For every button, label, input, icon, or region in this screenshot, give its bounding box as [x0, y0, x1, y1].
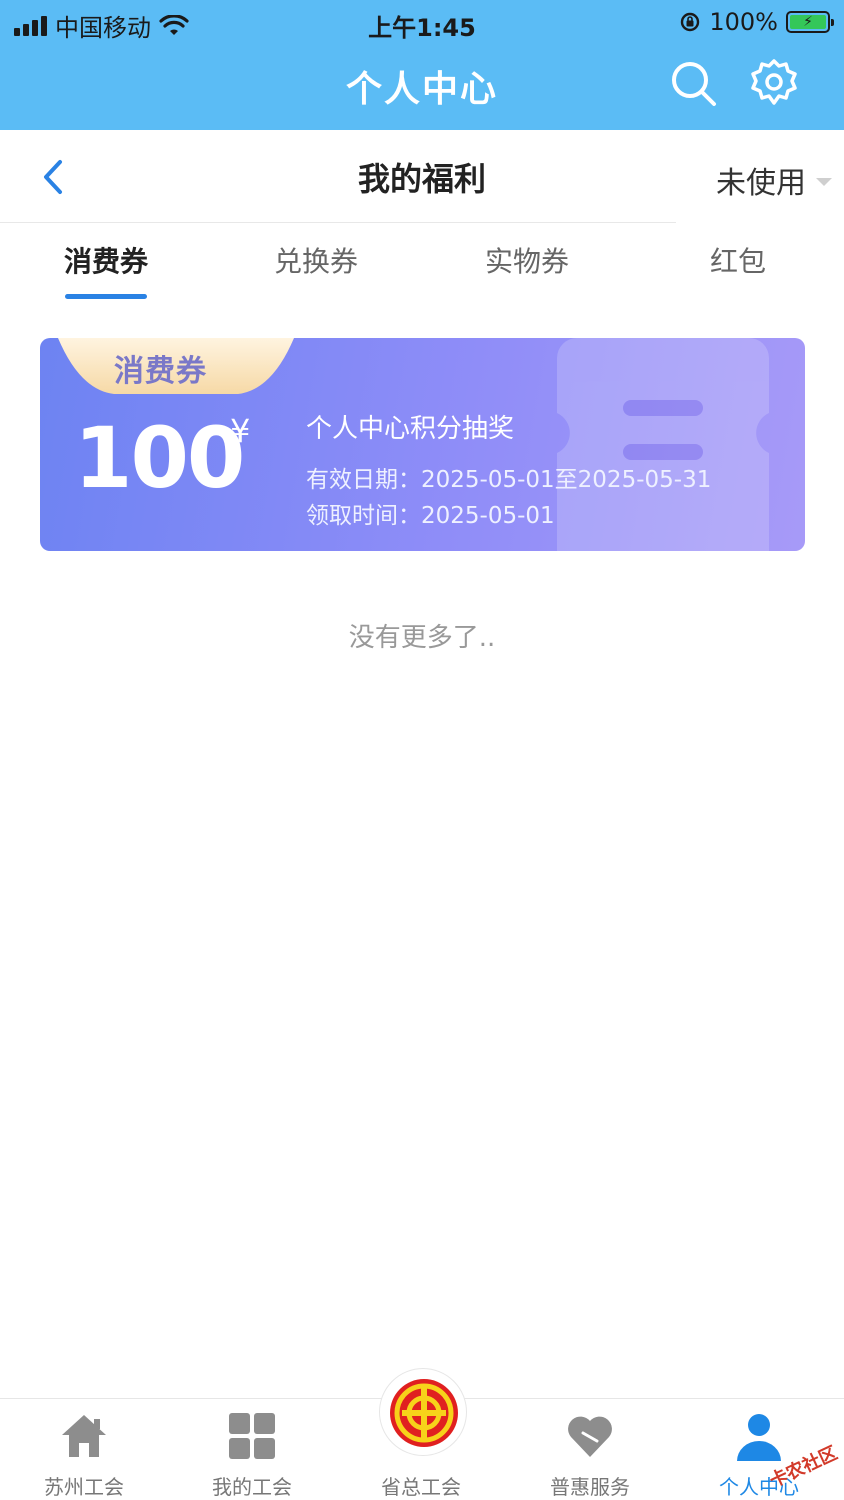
coupon-card[interactable]: 消费券 100 ¥ 个人中心积分抽奖 有效日期：2025-05-01至2025-…	[40, 338, 805, 551]
battery-icon: ⚡	[786, 11, 834, 33]
tab-exchange-coupon[interactable]: 兑换券	[226, 240, 406, 280]
coupon-valid-date: 有效日期：2025-05-01至2025-05-31	[306, 467, 712, 493]
settings-gear-icon[interactable]	[749, 58, 799, 108]
nav-item-benefit-service[interactable]: 普惠服务	[506, 1399, 674, 1500]
coupon-received-time: 领取时间：2025-05-01	[306, 503, 555, 529]
grid-icon	[229, 1413, 275, 1459]
nav-label: 苏州工会	[44, 1475, 124, 1499]
orientation-lock-icon	[681, 12, 700, 32]
nav-item-my-union[interactable]: 我的工会	[168, 1399, 336, 1500]
ticket-watermark-icon	[557, 338, 769, 551]
union-logo-icon	[390, 1379, 458, 1447]
nav-label: 个人中心	[719, 1475, 799, 1499]
nav-item-suzhou-union[interactable]: 苏州工会	[0, 1399, 168, 1500]
status-filter-dropdown[interactable]: 未使用	[716, 158, 832, 202]
top-bar: 中国移动 上午1:45 100% ⚡ 个人中心	[0, 0, 844, 130]
filter-label: 未使用	[716, 166, 806, 201]
nav-item-personal-center[interactable]: 个人中心 卡农社区	[675, 1399, 843, 1500]
provincial-union-badge[interactable]	[379, 1368, 467, 1456]
chevron-down-icon	[816, 178, 832, 186]
tab-physical-coupon[interactable]: 实物券	[437, 240, 617, 280]
status-bar: 中国移动 上午1:45 100% ⚡	[0, 0, 844, 44]
search-icon[interactable]	[668, 58, 718, 108]
heart-icon	[568, 1416, 612, 1457]
home-icon	[62, 1415, 106, 1457]
battery-percent: 100%	[709, 8, 778, 36]
coupon-tabs: 消费券 兑换券 实物券 红包	[0, 224, 844, 304]
list-end-text: 没有更多了..	[348, 623, 496, 653]
active-tab-indicator	[65, 294, 147, 299]
tab-consumption-coupon[interactable]: 消费券	[16, 240, 196, 280]
currency-symbol: ¥	[230, 412, 251, 450]
header-divider	[0, 222, 676, 223]
page-header: 我的福利 未使用	[0, 130, 844, 224]
app-root: 中国移动 上午1:45 100% ⚡ 个人中心 我的福利 未使用 消费券 兑换券…	[0, 0, 844, 1500]
tab-red-packet[interactable]: 红包	[648, 240, 828, 280]
coupon-type-label: 消费券	[114, 354, 207, 389]
status-right: 100% ⚡	[679, 8, 834, 36]
nav-label: 普惠服务	[550, 1475, 630, 1499]
coupon-title: 个人中心积分抽奖	[306, 414, 515, 444]
nav-label: 省总工会	[381, 1475, 461, 1499]
nav-label: 我的工会	[212, 1475, 292, 1499]
person-icon	[737, 1414, 781, 1461]
coupon-amount: 100	[74, 409, 245, 507]
